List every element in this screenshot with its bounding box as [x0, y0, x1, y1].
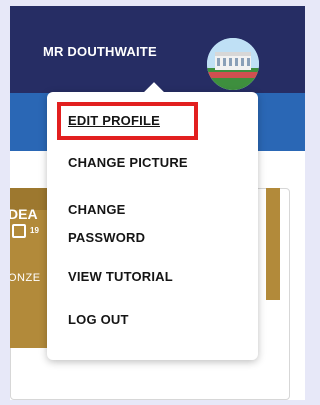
badge-icon	[12, 224, 26, 238]
avatar[interactable]	[207, 38, 259, 90]
avatar-image-icon	[207, 38, 259, 90]
gold-strip	[266, 188, 280, 300]
badge-text-level: ONZE	[10, 272, 41, 284]
edit-profile-menu-item[interactable]: EDIT PROFILE	[68, 111, 160, 131]
badge-text-year: 19	[30, 226, 39, 235]
log-out-menu-item[interactable]: LOG OUT	[68, 310, 129, 330]
view-tutorial-menu-item[interactable]: VIEW TUTORIAL	[68, 267, 173, 287]
change-password-menu-item[interactable]: CHANGE PASSWORD	[68, 196, 188, 252]
change-picture-menu-item[interactable]: CHANGE PICTURE	[68, 153, 188, 173]
user-name[interactable]: MR DOUTHWAITE	[43, 44, 157, 59]
profile-dropdown-menu: EDIT PROFILE CHANGE PICTURE CHANGE PASSW…	[47, 82, 258, 360]
top-bar: MR DOUTHWAITE	[10, 6, 305, 93]
badge-text-top: DEA	[10, 206, 38, 222]
award-badge: DEA 19 ONZE	[10, 188, 50, 348]
